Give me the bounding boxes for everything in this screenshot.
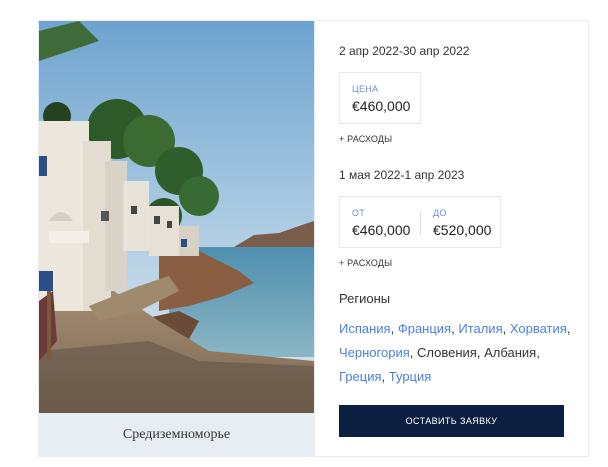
price-to-value: €520,000 — [433, 222, 492, 238]
card-media: Средиземноморье — [39, 21, 314, 457]
price-divider — [420, 211, 421, 235]
period-1-expenses: + РАСХОДЫ — [339, 134, 393, 144]
region-link[interactable]: Турция — [389, 369, 432, 384]
region-text: Словения — [417, 345, 477, 360]
region-caption: Средиземноморье — [39, 413, 314, 457]
destination-card: Средиземноморье 2 апр 2022-30 апр 2022 Ц… — [38, 20, 589, 457]
region-separator: , — [536, 345, 540, 360]
region-link[interactable]: Франция — [398, 321, 451, 336]
period-2-price-box: ОТ €460,000 ДО €520,000 — [339, 196, 501, 248]
region-separator: , — [381, 369, 389, 384]
period-1-price-box: ЦЕНА €460,000 — [339, 72, 421, 124]
regions-title: Регионы — [339, 291, 391, 306]
region-link[interactable]: Хорватия — [510, 321, 567, 336]
destination-photo[interactable] — [39, 21, 314, 413]
region-link[interactable]: Греция — [339, 369, 382, 384]
region-separator: , — [390, 321, 398, 336]
period-1-dates: 2 апр 2022-30 апр 2022 — [339, 44, 470, 58]
region-separator: , — [409, 345, 417, 360]
price-from-value: €460,000 — [352, 222, 411, 238]
submit-request-button[interactable]: ОСТАВИТЬ ЗАЯВКУ — [339, 405, 564, 437]
coastal-village-image — [39, 21, 314, 413]
region-text: Албания — [484, 345, 537, 360]
region-link[interactable]: Италия — [458, 321, 502, 336]
price-label: ЦЕНА — [352, 84, 379, 94]
region-separator: , — [502, 321, 510, 336]
price-value: €460,000 — [352, 98, 411, 114]
region-link[interactable]: Черногория — [339, 345, 410, 360]
price-to-label: ДО — [433, 208, 447, 218]
price-from-label: ОТ — [352, 208, 366, 218]
region-separator: , — [566, 321, 571, 336]
period-2-expenses: + РАСХОДЫ — [339, 258, 393, 268]
card-details: 2 апр 2022-30 апр 2022 ЦЕНА €460,000 + Р… — [314, 21, 589, 457]
region-link[interactable]: Испания — [339, 321, 391, 336]
region-separator: , — [476, 345, 485, 360]
period-2-dates: 1 мая 2022-1 апр 2023 — [339, 168, 465, 182]
regions-list: Испания, Франция, Италия, Хорватия, Черн… — [339, 317, 579, 389]
